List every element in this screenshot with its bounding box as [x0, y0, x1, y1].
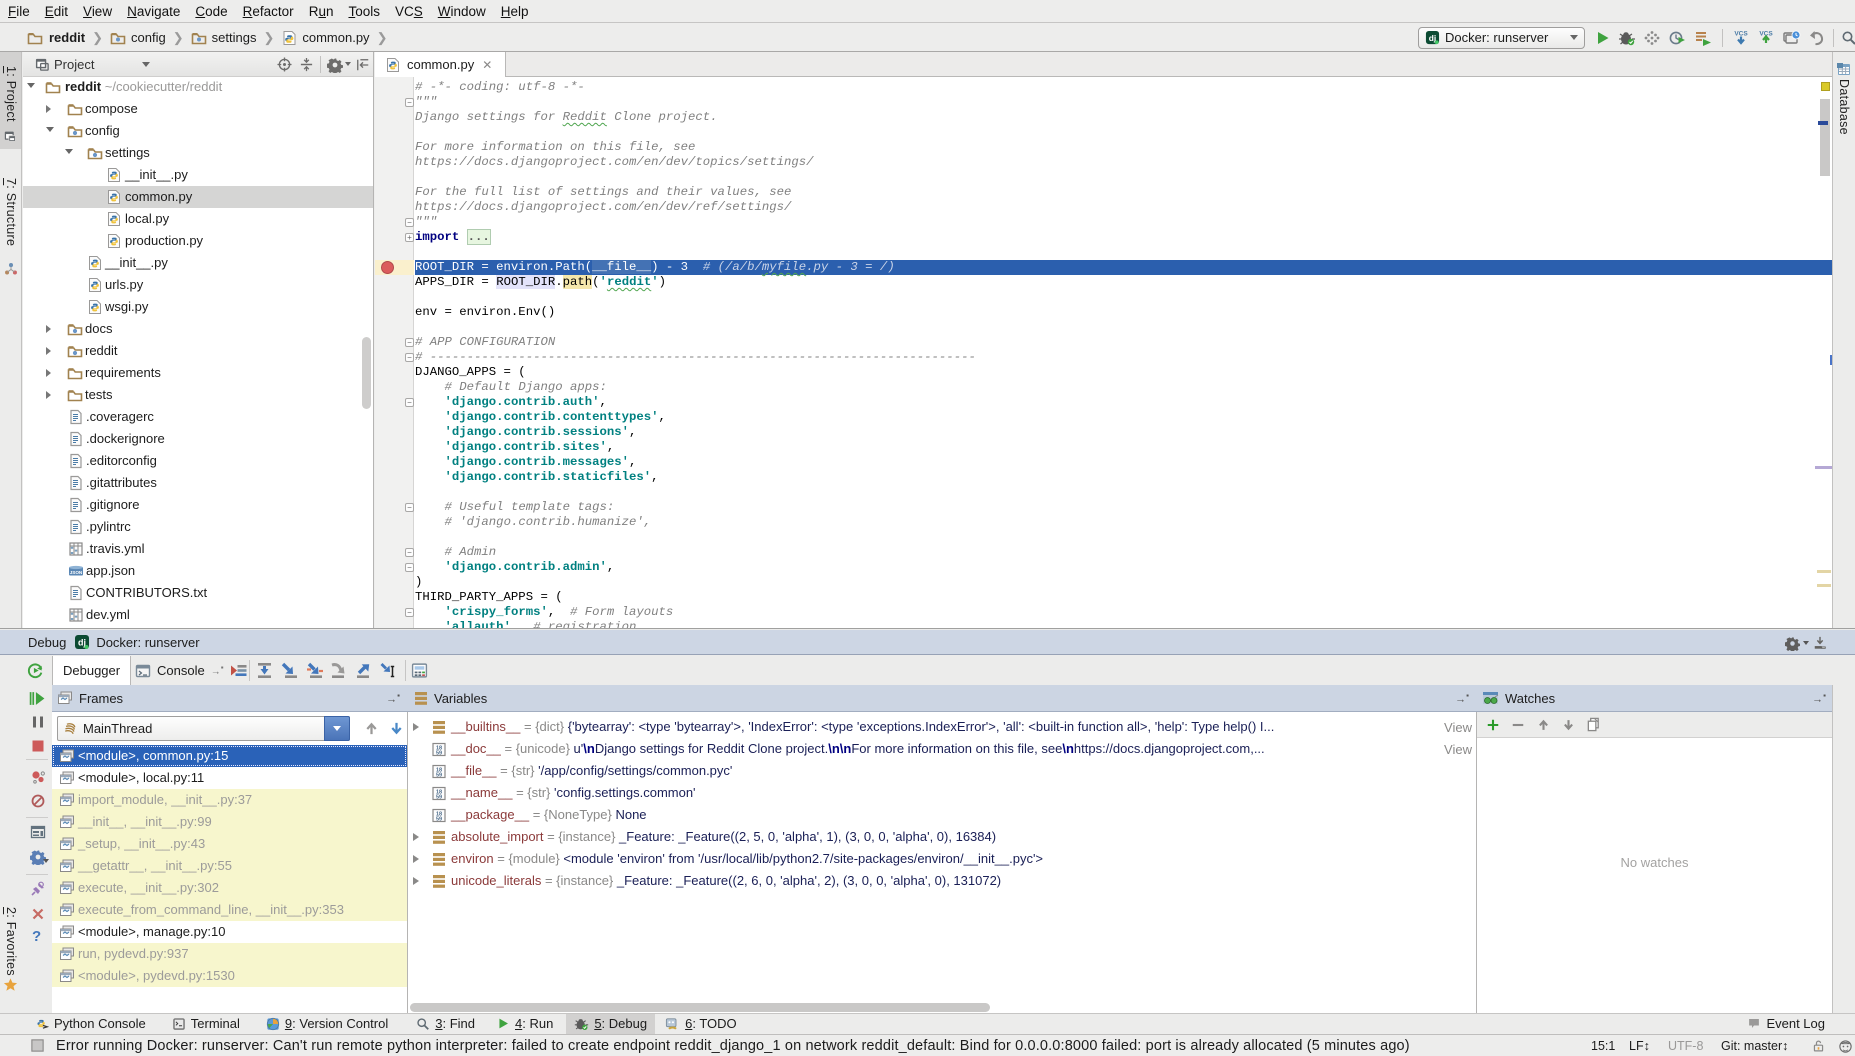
svg-text:VCS: VCS: [1734, 31, 1748, 38]
svg-text:JSON: JSON: [70, 570, 83, 575]
svg-text:59: 59: [436, 773, 442, 779]
svg-text:59: 59: [436, 751, 442, 757]
svg-text:59: 59: [436, 817, 442, 823]
svg-text:59: 59: [436, 795, 442, 801]
